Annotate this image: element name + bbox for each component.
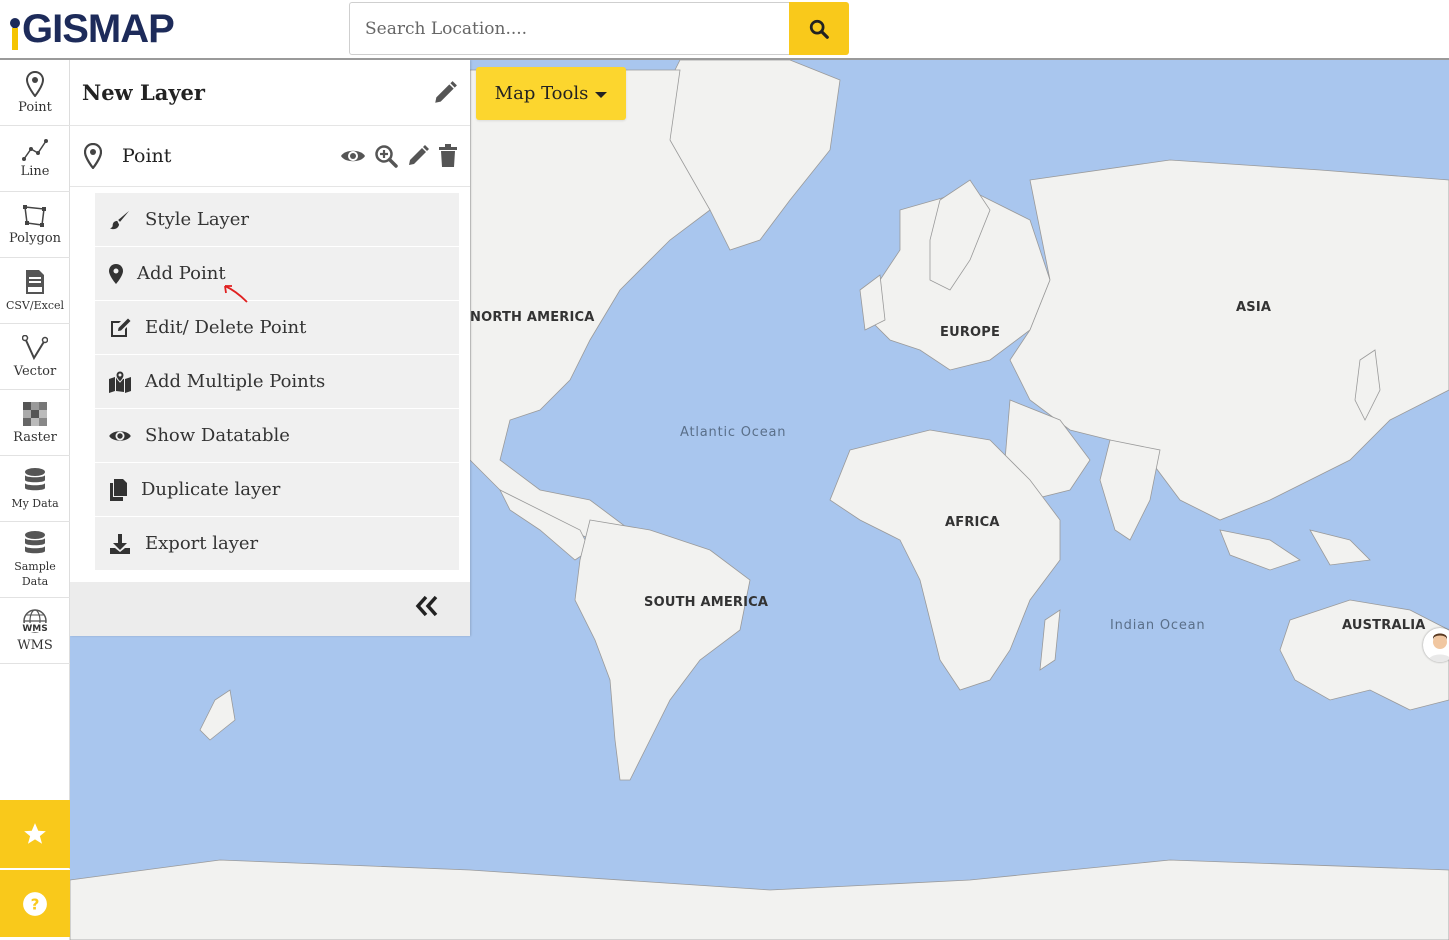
panel-title: New Layer [82,80,205,105]
polygon-icon [23,204,46,227]
menu-duplicate-layer-label: Duplicate layer [141,479,281,500]
raster-icon [23,401,47,426]
map-label-north-america: NORTH AMERICA [470,310,595,325]
question-circle-icon: ? [23,891,47,916]
zoom-in-icon[interactable] [374,144,398,168]
menu-export-layer[interactable]: Export layer [95,517,459,571]
layer-panel: New Layer Point Style Layer Add Point Ed… [70,60,470,636]
menu-style-layer[interactable]: Style Layer [95,193,459,247]
search-icon [809,19,829,39]
favorites-button[interactable] [0,800,70,868]
menu-add-point-label: Add Point [137,263,226,284]
search-bar [349,2,849,55]
menu-add-point[interactable]: Add Point [95,247,459,303]
menu-edit-delete-point-label: Edit/ Delete Point [145,317,307,338]
caret-down-icon [595,91,608,98]
red-arrow-annotation-icon [224,285,248,303]
left-toolbar: Point Line Polygon CSV/Excel Vector Rast… [0,60,70,940]
top-bar: GISMAP [0,0,1449,60]
pencil-icon[interactable] [406,144,430,168]
tool-point[interactable]: Point [0,60,70,126]
layer-name: Point [122,145,172,167]
logo-marker-icon [7,15,23,52]
map-tools-dropdown[interactable]: Map Tools [476,67,626,120]
user-avatar-icon [1428,633,1449,662]
map-markers-icon [109,370,131,393]
database-icon [25,531,45,554]
map-label-australia: AUSTRALIA [1342,618,1426,633]
tool-line[interactable]: Line [0,126,70,192]
map-tools-label: Map Tools [494,83,589,104]
menu-edit-delete-point[interactable]: Edit/ Delete Point [95,301,459,355]
download-icon [110,533,130,554]
menu-show-datatable[interactable]: Show Datatable [95,409,459,463]
layer-row-point[interactable]: Point [70,126,470,187]
pencil-icon[interactable] [432,80,458,106]
tool-vector[interactable]: Vector [0,324,70,390]
menu-add-multiple-points[interactable]: Add Multiple Points [95,355,459,409]
tool-csv-excel-label: CSV/Excel [5,298,65,312]
menu-duplicate-layer[interactable]: Duplicate layer [95,463,459,517]
polyline-icon [22,138,48,161]
menu-export-layer-label: Export layer [145,533,259,554]
layer-context-menu: Style Layer Add Point Edit/ Delete Point… [95,193,459,571]
tool-wms-label: WMS [17,637,53,653]
map-pin-icon [26,70,44,97]
panel-footer [70,582,470,636]
csv-file-icon [26,269,44,294]
menu-show-datatable-label: Show Datatable [145,425,290,446]
tool-point-label: Point [18,99,52,115]
eye-icon[interactable] [340,146,366,166]
copy-icon [110,478,127,501]
map-label-africa: AFRICA [945,515,1000,530]
search-input[interactable] [349,2,789,55]
panel-header: New Layer [70,60,470,126]
igismap-logo[interactable]: GISMAP [7,6,175,52]
svg-text:?: ? [31,895,40,913]
map-label-indian-ocean: Indian Ocean [1110,618,1206,633]
map-label-atlantic-ocean: Atlantic Ocean [680,425,787,440]
tool-sample-data[interactable]: Sample Data [0,522,70,598]
menu-add-multiple-points-label: Add Multiple Points [145,371,326,392]
layer-actions [340,144,458,168]
map-label-europe: EUROPE [940,325,1001,340]
tool-csv-excel[interactable]: CSV/Excel [0,258,70,324]
search-button[interactable] [789,2,849,55]
map-marker-icon [109,263,123,284]
svg-text:WMS: WMS [22,624,47,634]
menu-style-layer-label: Style Layer [145,209,249,230]
tool-raster-label: Raster [13,429,57,445]
tool-my-data[interactable]: My Data [0,456,70,522]
trash-icon[interactable] [438,144,458,168]
tool-polygon[interactable]: Polygon [0,192,70,258]
tool-raster[interactable]: Raster [0,390,70,456]
tool-polygon-label: Polygon [8,230,62,246]
tool-sample-data-label: Sample Data [14,560,56,588]
map-pin-icon [84,143,102,169]
globe-wms-icon: WMS [22,608,48,634]
vector-icon [22,334,48,360]
tool-line-label: Line [20,163,50,179]
database-icon [25,467,45,490]
user-avatar[interactable] [1423,628,1449,662]
double-chevron-left-icon[interactable] [414,594,440,618]
map-label-south-america: SOUTH AMERICA [644,595,769,610]
eye-icon [109,430,131,441]
tool-wms[interactable]: WMS WMS [0,598,70,664]
tool-vector-label: Vector [13,363,57,379]
logo-text: GISMAP [22,7,175,51]
star-icon [24,823,46,844]
edit-icon [111,318,131,337]
map-label-asia: ASIA [1236,300,1272,315]
paintbrush-icon [109,210,130,229]
tool-my-data-label: My Data [11,496,59,510]
help-button[interactable]: ? [0,869,70,937]
